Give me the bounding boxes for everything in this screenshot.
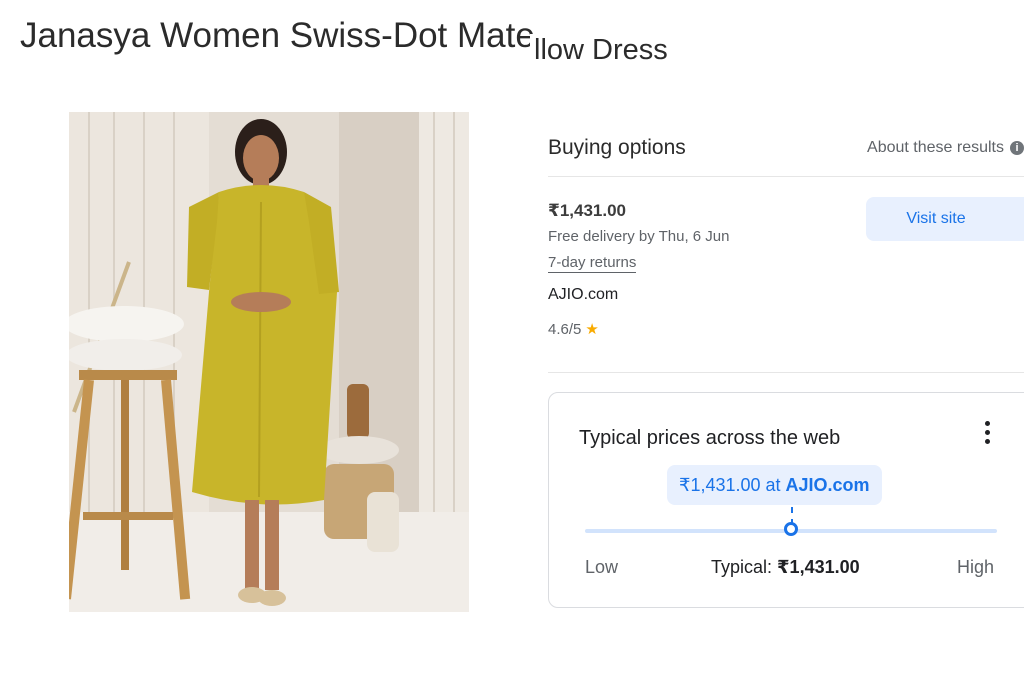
star-icon: ★ bbox=[585, 321, 599, 338]
typical-prices-card: Typical prices across the web ₹1,431.00 … bbox=[548, 392, 1024, 608]
bubble-store: AJIO.com bbox=[785, 474, 870, 495]
returns-link[interactable]: 7-day returns bbox=[548, 254, 637, 273]
typical-label: Typical: bbox=[711, 557, 778, 577]
more-vert-icon[interactable] bbox=[981, 421, 993, 449]
product-title: Janasya Women Swiss-Dot Mate bbox=[20, 16, 535, 55]
buying-options-title: Buying options bbox=[548, 136, 686, 159]
current-price-bubble: ₹1,431.00 at AJIO.com bbox=[667, 465, 882, 505]
typical-prices-title: Typical prices across the web bbox=[579, 427, 841, 449]
price-range-track bbox=[585, 522, 997, 536]
rating-value: 4.6/5 bbox=[548, 321, 582, 338]
offer-price: ₹1,431.00 bbox=[548, 201, 627, 220]
typical-value: ₹1,431.00 bbox=[777, 557, 860, 577]
about-results-label: About these results bbox=[867, 139, 1004, 156]
offer-ajio: ₹1,431.00 Free delivery by Thu, 6 Jun 7-… bbox=[548, 177, 1024, 373]
info-icon[interactable]: i bbox=[1010, 141, 1024, 155]
bubble-price: ₹1,431.00 at bbox=[679, 474, 781, 495]
price-range-thumb bbox=[784, 522, 798, 536]
product-title-continued: llow Dress bbox=[530, 34, 668, 67]
range-typical-label: Typical: ₹1,431.00 bbox=[711, 557, 860, 578]
range-low-label: Low bbox=[585, 557, 619, 577]
offer-store: AJIO.com bbox=[548, 286, 619, 303]
range-high-label: High bbox=[957, 557, 995, 577]
product-image[interactable] bbox=[69, 112, 469, 612]
buying-options-header: Buying options About these results i bbox=[548, 130, 1024, 177]
visit-site-button[interactable]: Visit site bbox=[866, 197, 1024, 241]
offer-delivery: Free delivery by Thu, 6 Jun bbox=[548, 228, 730, 245]
buying-options-panel: Buying options About these results i ₹1,… bbox=[548, 130, 1024, 373]
about-results-link[interactable]: About these results i bbox=[867, 139, 1024, 157]
product-photo bbox=[69, 112, 469, 612]
shopping-page: Janasya Women Swiss-Dot Mate llow Dress bbox=[0, 0, 1024, 683]
offer-rating: 4.6/5 ★ bbox=[548, 320, 599, 338]
